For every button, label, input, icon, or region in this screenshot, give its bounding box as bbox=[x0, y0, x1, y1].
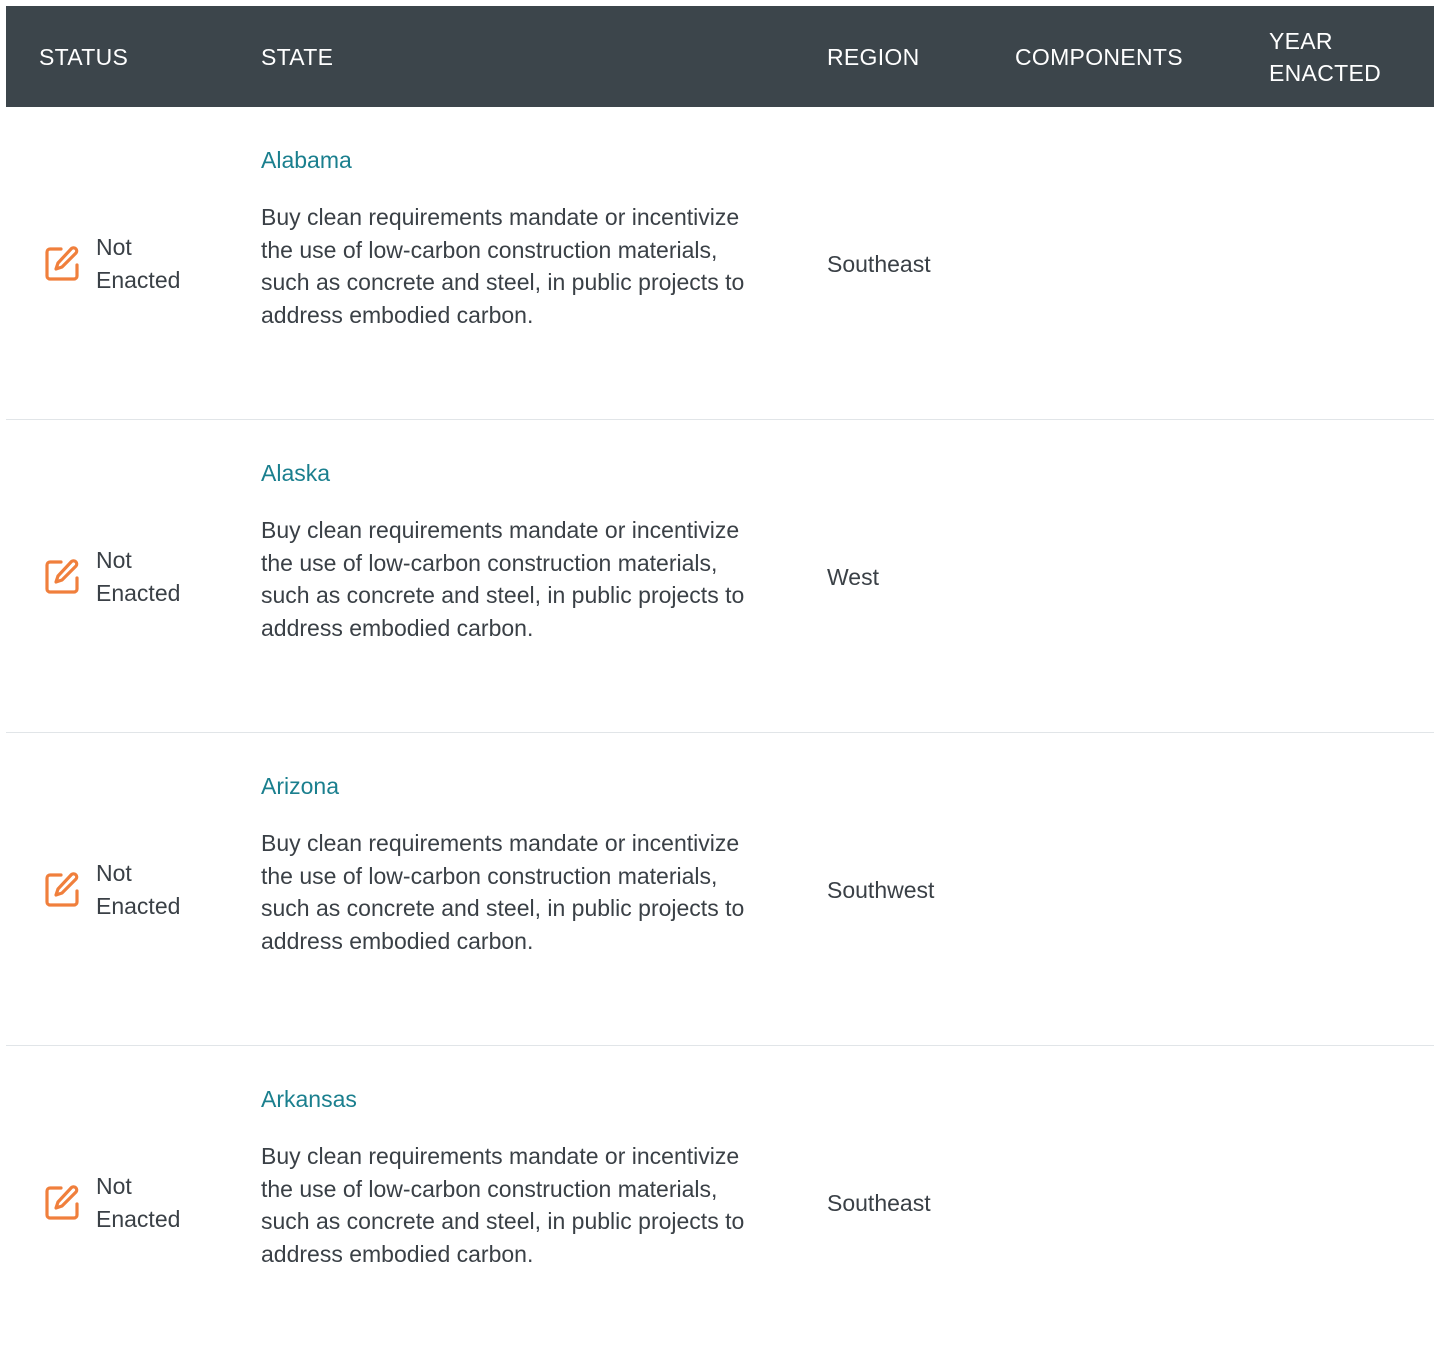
edit-icon bbox=[42, 1183, 82, 1223]
region-cell: Southeast bbox=[827, 250, 931, 277]
status-label: Not Enacted bbox=[96, 859, 181, 919]
state-link[interactable]: Alabama bbox=[261, 145, 352, 175]
state-cell: Arizona Buy clean requirements mandate o… bbox=[261, 771, 761, 957]
region-cell: Southeast bbox=[827, 1189, 931, 1216]
state-description: Buy clean requirements mandate or incent… bbox=[261, 204, 745, 328]
status-cell: Not Enacted bbox=[42, 1046, 206, 1359]
table-row: Not Enacted Alaska Buy clean requirement… bbox=[6, 420, 1434, 733]
column-header-region[interactable]: REGION bbox=[827, 6, 920, 107]
edit-icon bbox=[42, 870, 82, 910]
status-cell: Not Enacted bbox=[42, 107, 206, 420]
region-cell: Southwest bbox=[827, 876, 935, 903]
table-row: Not Enacted Arizona Buy clean requiremen… bbox=[6, 733, 1434, 1046]
state-cell: Arkansas Buy clean requirements mandate … bbox=[261, 1084, 761, 1270]
state-description: Buy clean requirements mandate or incent… bbox=[261, 517, 745, 641]
column-header-state[interactable]: STATE bbox=[261, 6, 333, 107]
state-link[interactable]: Arkansas bbox=[261, 1084, 357, 1114]
column-header-status[interactable]: STATUS bbox=[39, 6, 128, 107]
status-cell: Not Enacted bbox=[42, 420, 206, 733]
policy-table: STATUS STATE REGION COMPONENTS YEAR ENAC… bbox=[6, 6, 1434, 1359]
state-description: Buy clean requirements mandate or incent… bbox=[261, 1143, 745, 1267]
state-link[interactable]: Alaska bbox=[261, 458, 330, 488]
status-cell: Not Enacted bbox=[42, 733, 206, 1046]
state-link[interactable]: Arizona bbox=[261, 771, 339, 801]
status-label: Not Enacted bbox=[96, 1172, 181, 1232]
status-label: Not Enacted bbox=[96, 546, 181, 606]
table-row: Not Enacted Alabama Buy clean requiremen… bbox=[6, 107, 1434, 420]
edit-icon bbox=[42, 557, 82, 597]
table-body: Not Enacted Alabama Buy clean requiremen… bbox=[6, 107, 1434, 1359]
region-cell: West bbox=[827, 563, 879, 590]
column-header-components[interactable]: COMPONENTS bbox=[1015, 6, 1183, 107]
state-cell: Alaska Buy clean requirements mandate or… bbox=[261, 458, 761, 644]
table-header: STATUS STATE REGION COMPONENTS YEAR ENAC… bbox=[6, 6, 1434, 107]
column-header-year-enacted[interactable]: YEAR ENACTED bbox=[1269, 6, 1409, 107]
state-cell: Alabama Buy clean requirements mandate o… bbox=[261, 145, 761, 331]
status-label: Not Enacted bbox=[96, 233, 181, 293]
state-description: Buy clean requirements mandate or incent… bbox=[261, 830, 745, 954]
table-row: Not Enacted Arkansas Buy clean requireme… bbox=[6, 1046, 1434, 1359]
edit-icon bbox=[42, 244, 82, 284]
